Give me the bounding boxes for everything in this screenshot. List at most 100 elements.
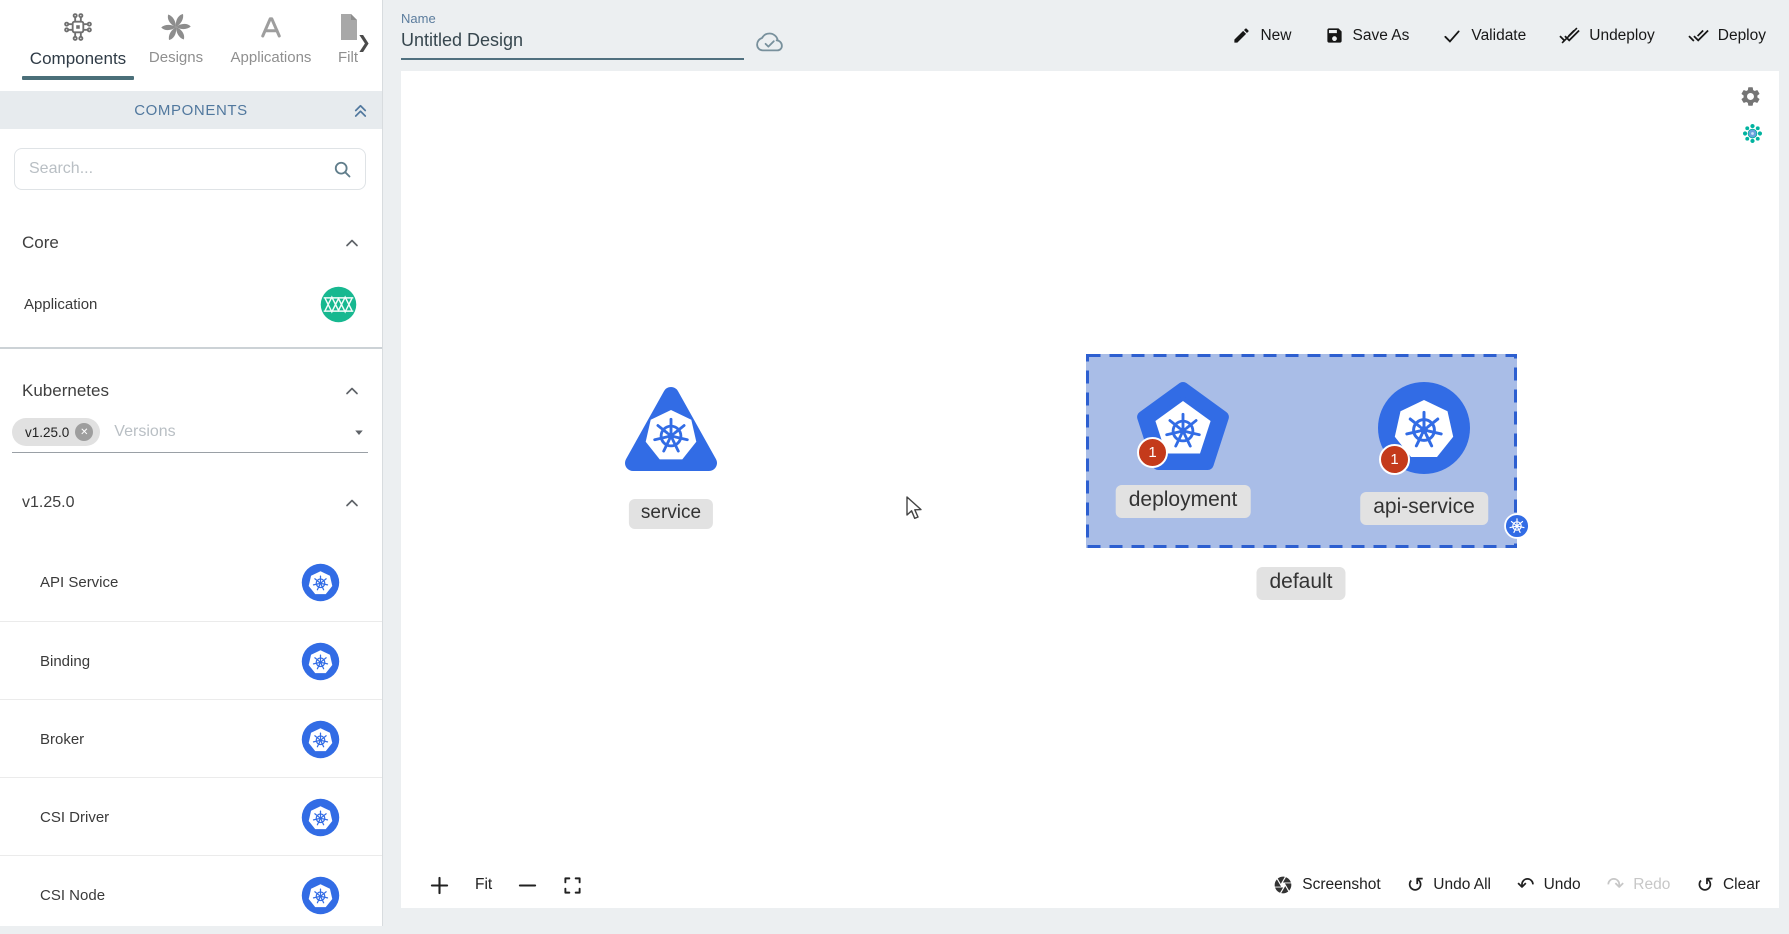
tab-applications[interactable]: Applications: [224, 9, 318, 66]
node-label-deployment[interactable]: deployment: [1116, 485, 1251, 518]
active-tab-underline: [22, 76, 134, 80]
component-label: CSI Node: [40, 887, 105, 904]
button-label: Clear: [1723, 876, 1760, 894]
redo-button[interactable]: ↷ Redo: [1607, 867, 1671, 903]
component-item-application[interactable]: Application: [0, 272, 382, 336]
chip-remove-icon[interactable]: ✕: [75, 423, 93, 441]
component-label: API Service: [40, 574, 118, 591]
component-item-api-service[interactable]: API Service: [0, 543, 382, 621]
tab-label: Filt: [338, 49, 358, 66]
topbar-actions: New Save As Validate Undeploy Deplo: [1232, 25, 1766, 46]
fullscreen-button[interactable]: [563, 867, 582, 903]
design-name-field: Name: [401, 11, 744, 60]
section-header-kubernetes[interactable]: Kubernetes: [0, 372, 382, 410]
screenshot-button[interactable]: Screenshot: [1273, 867, 1380, 903]
floppy-disk-icon: [1325, 26, 1344, 45]
clear-button[interactable]: ↺ Clear: [1696, 867, 1760, 903]
button-label: Validate: [1471, 27, 1526, 45]
namespace-group-default[interactable]: 1 deployment 1 api-service: [1086, 354, 1517, 548]
design-canvas[interactable]: service 1 deployment 1 api-service defau…: [401, 71, 1779, 908]
panel-title: COMPONENTS: [134, 102, 248, 119]
version-chip[interactable]: v1.25.0 ✕: [12, 418, 100, 446]
validate-button[interactable]: Validate: [1442, 26, 1526, 46]
component-item-broker[interactable]: Broker: [0, 699, 382, 778]
undeploy-button[interactable]: Undeploy: [1559, 25, 1655, 46]
tab-designs[interactable]: Designs: [140, 9, 212, 66]
search-icon[interactable]: [332, 159, 353, 180]
kubernetes-icon[interactable]: [301, 563, 340, 602]
component-label: CSI Driver: [40, 809, 109, 826]
chevron-up-icon[interactable]: [342, 233, 362, 253]
dropdown-caret-icon[interactable]: [350, 423, 368, 441]
save-as-button[interactable]: Save As: [1325, 26, 1410, 45]
component-label: Binding: [40, 653, 90, 670]
zoom-out-button[interactable]: [518, 867, 537, 903]
search-input[interactable]: [27, 159, 332, 179]
pencil-icon: [1232, 26, 1251, 45]
design-name-input[interactable]: [401, 28, 744, 60]
component-label: Broker: [40, 731, 84, 748]
undo-icon: ↶: [1517, 875, 1535, 896]
gear-icon[interactable]: [1739, 85, 1762, 108]
kubernetes-icon[interactable]: [301, 720, 340, 759]
section-title: Kubernetes: [22, 381, 109, 401]
section-title: v1.25.0: [22, 494, 74, 512]
tab-label: Applications: [231, 49, 312, 66]
button-label: Screenshot: [1302, 876, 1380, 894]
pinwheel-icon: [161, 9, 191, 45]
zoom-toolbar: Fit: [430, 867, 582, 903]
undo-button[interactable]: ↶ Undo: [1517, 867, 1581, 903]
component-item-csi-node[interactable]: CSI Node: [0, 855, 382, 934]
tab-scroll-next-icon[interactable]: ❯: [357, 33, 371, 53]
group-label-default[interactable]: default: [1256, 567, 1345, 600]
zoom-in-button[interactable]: [430, 867, 449, 903]
section-header-core[interactable]: Core: [0, 224, 382, 262]
section-divider: [0, 347, 382, 349]
tab-label: Designs: [149, 49, 203, 66]
node-label-api-service[interactable]: api-service: [1360, 492, 1488, 525]
kubernetes-icon[interactable]: [301, 798, 340, 837]
application-icon[interactable]: [320, 286, 357, 323]
error-count-badge[interactable]: 1: [1379, 444, 1410, 475]
button-label: Undeploy: [1589, 27, 1655, 45]
deploy-button[interactable]: Deploy: [1688, 25, 1766, 46]
mouse-cursor: [905, 496, 927, 522]
kubernetes-icon[interactable]: [301, 642, 340, 681]
section-header-version[interactable]: v1.25.0: [0, 484, 382, 522]
button-label: Fit: [475, 876, 492, 894]
node-label-service[interactable]: service: [629, 499, 713, 529]
tab-components[interactable]: Components: [22, 9, 134, 80]
button-label: Redo: [1633, 876, 1670, 894]
app-store-icon: [256, 9, 286, 45]
node-service[interactable]: [621, 379, 721, 479]
group-kubernetes-badge[interactable]: [1504, 513, 1530, 539]
chevron-up-icon[interactable]: [342, 493, 362, 513]
component-item-binding[interactable]: Binding: [0, 621, 382, 700]
new-button[interactable]: New: [1232, 26, 1291, 45]
design-topbar: Name New Save As Validate: [382, 0, 1789, 71]
redo-icon: ↷: [1607, 875, 1625, 896]
clear-icon: ↺: [1696, 875, 1714, 896]
versions-select[interactable]: v1.25.0 ✕ Versions: [12, 412, 368, 453]
kubernetes-icon[interactable]: [301, 876, 340, 915]
shutter-icon: [1273, 875, 1293, 895]
component-item-csi-driver[interactable]: CSI Driver: [0, 777, 382, 856]
collapse-all-icon[interactable]: [351, 101, 370, 120]
double-check-crossed-icon: [1559, 25, 1580, 46]
tab-label: Components: [30, 49, 126, 69]
error-count-badge[interactable]: 1: [1137, 437, 1168, 468]
sidebar-tabbar: Components Designs: [0, 0, 382, 91]
version-chip-label: v1.25.0: [25, 425, 69, 440]
history-toolbar: Screenshot ↺ Undo All ↶ Undo ↷ Redo ↺ Cl…: [1273, 867, 1760, 903]
button-label: Save As: [1353, 27, 1410, 45]
button-label: Undo All: [1433, 876, 1491, 894]
undo-all-button[interactable]: ↺ Undo All: [1407, 867, 1491, 903]
cloud-saved-icon: [756, 29, 783, 56]
circuit-icon: [61, 9, 95, 45]
double-check-icon: [1688, 25, 1709, 46]
meshsync-icon[interactable]: [1742, 123, 1763, 144]
chevron-up-icon[interactable]: [342, 381, 362, 401]
component-search: [14, 148, 366, 190]
fit-button[interactable]: Fit: [475, 867, 492, 903]
components-panel-header: COMPONENTS: [0, 91, 382, 129]
